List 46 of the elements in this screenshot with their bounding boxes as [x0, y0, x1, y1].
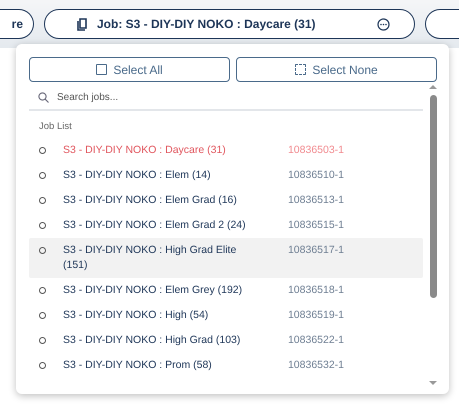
job-name: S3 - DIY-DIY NOKO : Elem Grey (192)	[63, 283, 244, 298]
job-item[interactable]: S3 - DIY-DIY NOKO : High (54) 10836519-1	[29, 303, 423, 328]
job-item[interactable]: S3 - DIY-DIY NOKO : Elem Grad (16) 10836513-1	[29, 188, 423, 213]
job-name: S3 - DIY-DIY NOKO : High Grad (103)	[63, 333, 242, 348]
search-icon	[38, 92, 49, 102]
tab[interactable]: Job: S3 - DIY-DIY NOKO : Daycare (31)	[44, 9, 415, 39]
job-name: S3 - DIY-DIY NOKO : Daycare (31)	[63, 143, 227, 158]
radio-icon	[39, 287, 46, 294]
job-id: 10836517-1	[286, 243, 346, 258]
list-title: Job List	[39, 121, 73, 132]
job-id: 10836515-1	[286, 218, 346, 233]
job-id: 10836503-1	[286, 143, 346, 158]
radio-icon	[39, 222, 46, 229]
radio-icon	[39, 312, 46, 319]
radio-icon	[39, 362, 46, 369]
job-item[interactable]: S3 - DIY-DIY NOKO : High Grad (103) 10836522-1	[29, 328, 423, 353]
job-id: 10836532-1	[286, 358, 346, 373]
radio-icon	[39, 247, 46, 254]
radio-icon	[39, 197, 46, 204]
job-id: 10836518-1	[286, 283, 346, 298]
tab[interactable]: re	[0, 9, 34, 39]
tab[interactable]	[425, 9, 459, 39]
job-item[interactable]: S3 - DIY-DIY NOKO : Elem Grad 2 (24) 10836515-1	[29, 213, 423, 238]
job-item[interactable]: S3 - DIY-DIY NOKO : Daycare (31) 10836503-1	[29, 138, 423, 163]
job-name: S3 - DIY-DIY NOKO : Prom (58)	[63, 358, 213, 373]
radio-icon	[39, 172, 46, 179]
copy-icon	[77, 18, 89, 30]
select-button[interactable]: Select All	[29, 57, 230, 82]
job-name: S3 - DIY-DIY NOKO : High Grad Elite (151)	[63, 243, 238, 273]
job-item[interactable]: S3 - DIY-DIY NOKO : High Grad Elite (151) 10836517-1	[29, 238, 423, 278]
select-button[interactable]: Select None	[236, 57, 437, 82]
job-id: 10836510-1	[286, 168, 346, 183]
job-id: 10836513-1	[286, 193, 346, 208]
job-name: S3 - DIY-DIY NOKO : Elem (14)	[63, 168, 212, 183]
job-item[interactable]: S3 - DIY-DIY NOKO : Elem Grey (192) 10836518-1	[29, 278, 423, 303]
scrollbar[interactable]	[429, 85, 437, 385]
more-icon[interactable]	[377, 18, 390, 30]
radio-icon	[39, 147, 46, 154]
job-id: 10836522-1	[286, 333, 346, 348]
job-name: S3 - DIY-DIY NOKO : Elem Grad 2 (24)	[63, 218, 247, 233]
job-name: S3 - DIY-DIY NOKO : High (54)	[63, 308, 210, 323]
job-item[interactable]: S3 - DIY-DIY NOKO : Prom (58) 10836532-1	[29, 353, 423, 378]
job-id: 10836519-1	[286, 308, 346, 323]
radio-icon	[39, 337, 46, 344]
job-name: S3 - DIY-DIY NOKO : Elem Grad (16)	[63, 193, 238, 208]
job-item[interactable]: S3 - DIY-DIY NOKO : Elem (14) 10836510-1	[29, 163, 423, 188]
